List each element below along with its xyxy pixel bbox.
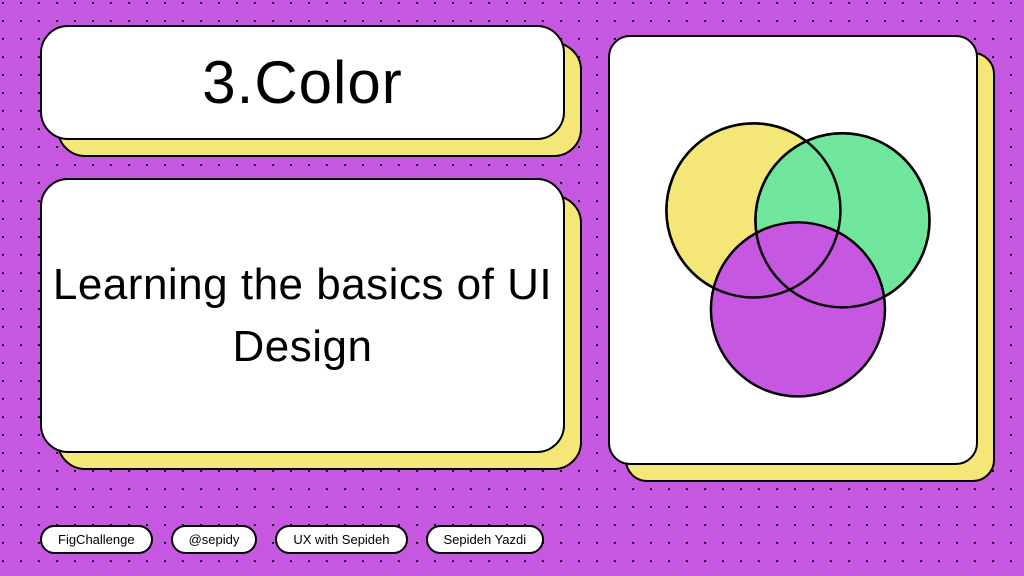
tag-pills-row: FigChallenge @sepidy UX with Sepideh Sep… xyxy=(40,525,544,554)
slide-title: 3.Color xyxy=(202,48,402,117)
pill-figchallenge: FigChallenge xyxy=(40,525,153,554)
subtitle-card: Learning the basics of UI Design xyxy=(40,178,565,453)
pill-ux-with-sepideh: UX with Sepideh xyxy=(275,525,407,554)
slide-subtitle: Learning the basics of UI Design xyxy=(42,254,563,377)
illustration-card xyxy=(608,35,978,465)
title-card: 3.Color xyxy=(40,25,565,140)
pill-sepidy: @sepidy xyxy=(171,525,258,554)
venn-diagram-icon xyxy=(610,37,976,463)
pill-sepideh-yazdi: Sepideh Yazdi xyxy=(426,525,545,554)
